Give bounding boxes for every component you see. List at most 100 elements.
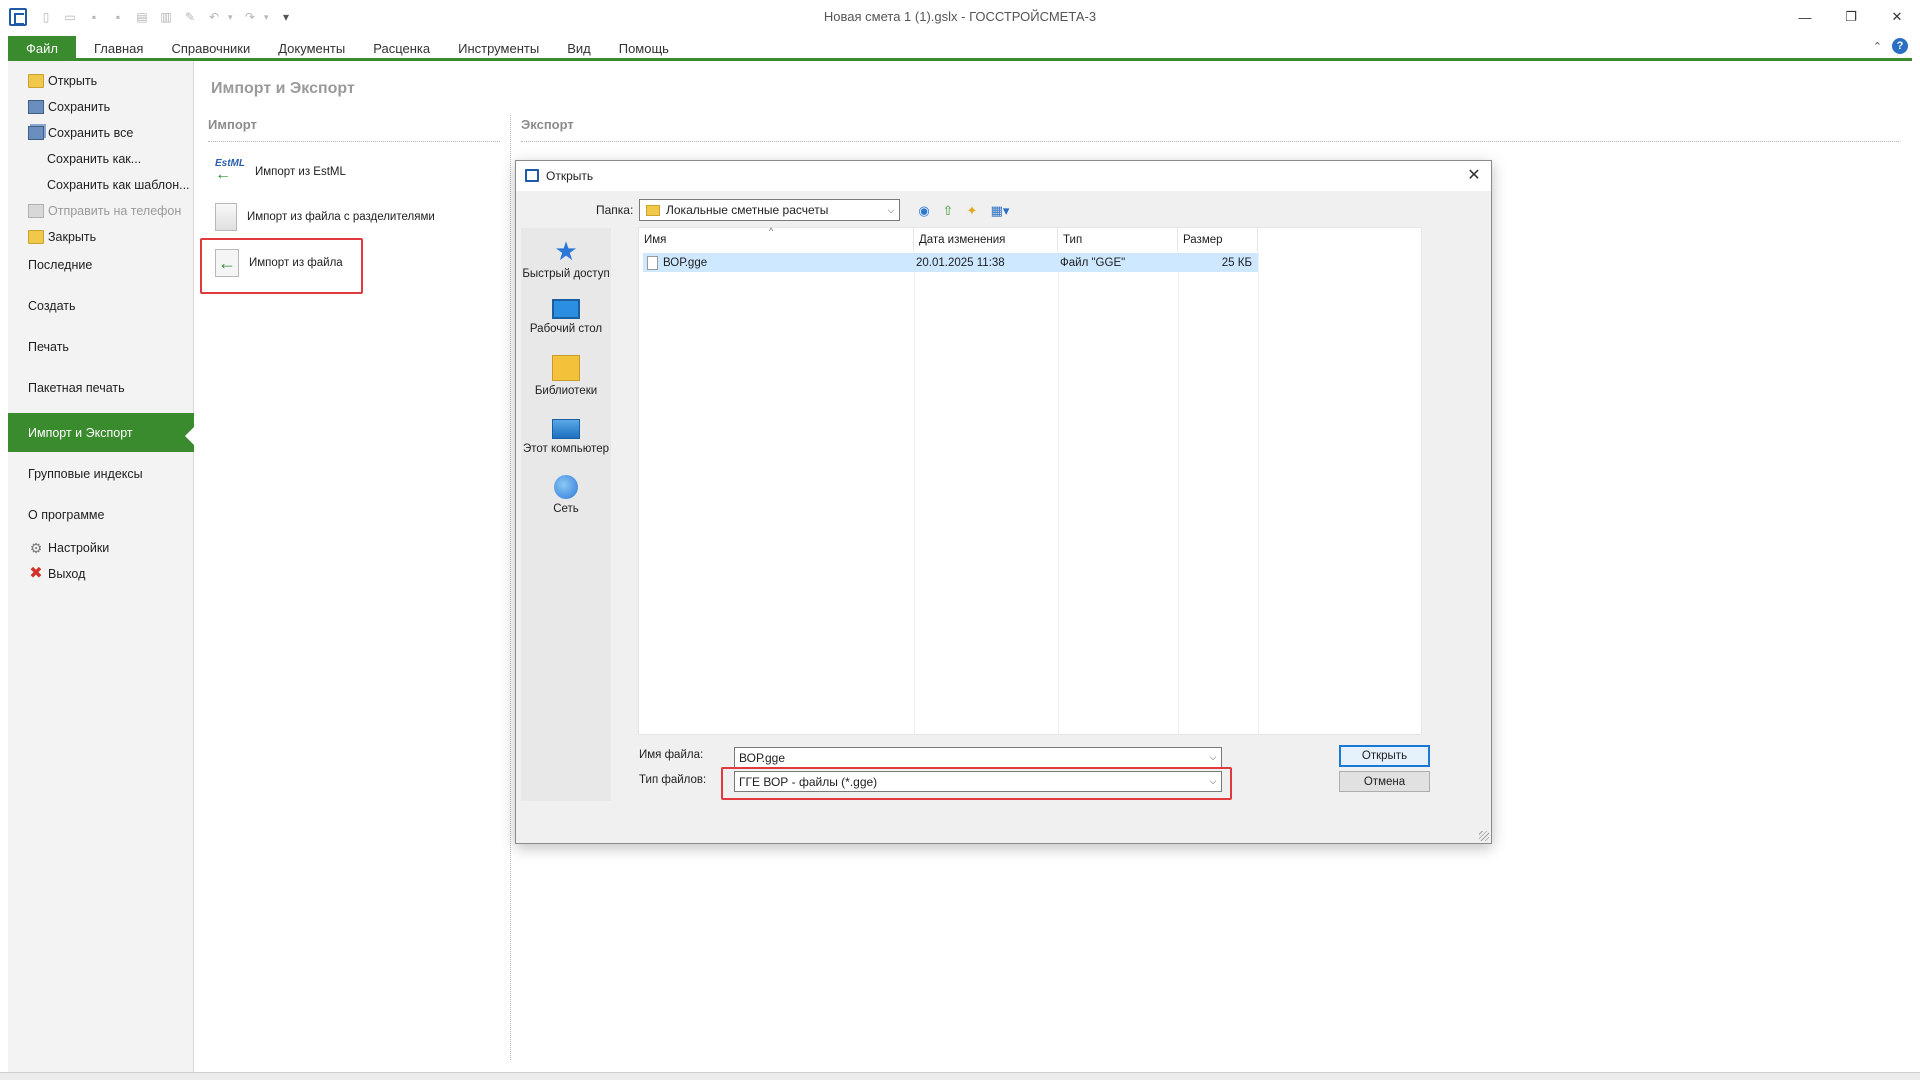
- up-folder-icon[interactable]: ⇧: [939, 202, 957, 220]
- column-label: Имя: [644, 234, 667, 246]
- menu-close[interactable]: Закрыть: [8, 226, 194, 248]
- resize-grip-icon[interactable]: [1479, 831, 1489, 841]
- folder-close-icon: [28, 230, 44, 244]
- view-menu-icon[interactable]: ▦▾: [987, 202, 1013, 220]
- file-size: 25 КБ: [1221, 256, 1252, 269]
- column-modified[interactable]: Дата изменения: [914, 228, 1058, 252]
- place-libraries[interactable]: Библиотеки: [521, 355, 611, 397]
- new-icon[interactable]: ▯: [36, 9, 56, 25]
- menu-import-export[interactable]: Импорт и Экспорт: [8, 413, 195, 452]
- menu-exit[interactable]: ✖ Выход: [8, 563, 194, 585]
- place-quick-access[interactable]: ★ Быстрый доступ: [521, 238, 611, 280]
- column-name[interactable]: Имя ^: [639, 226, 914, 252]
- filename-value: ВОР.gge: [739, 750, 786, 765]
- menu-create[interactable]: Создать: [8, 289, 194, 323]
- close-window-button[interactable]: ✕: [1874, 0, 1920, 34]
- folder-icon: [646, 204, 660, 216]
- file-name-cell: ВОР.gge: [643, 253, 914, 272]
- column-size[interactable]: Размер: [1178, 228, 1258, 252]
- import-section-title: Импорт: [208, 117, 257, 132]
- filetype-label: Тип файлов:: [639, 774, 707, 786]
- print-icon[interactable]: ▤: [132, 9, 152, 25]
- place-desktop[interactable]: Рабочий стол: [521, 295, 611, 335]
- menu-group-indexes[interactable]: Групповые индексы: [8, 457, 194, 491]
- menu-label: Закрыть: [48, 230, 97, 244]
- app-logo-icon[interactable]: [9, 8, 27, 26]
- save-icon[interactable]: ▪: [84, 9, 104, 25]
- file-type: Файл "GGE": [1060, 256, 1126, 269]
- column-type[interactable]: Тип: [1058, 228, 1178, 252]
- ribbon-accent-line: [8, 58, 1912, 61]
- menu-label: Выход: [48, 567, 86, 581]
- import-divider: [208, 141, 500, 142]
- export-icon[interactable]: ▥: [156, 9, 176, 25]
- edit-icon[interactable]: ✎: [180, 9, 200, 25]
- network-icon: [554, 475, 578, 499]
- open-button[interactable]: Открыть: [1339, 745, 1430, 767]
- place-label: Быстрый доступ: [522, 268, 610, 280]
- place-this-pc[interactable]: Этот компьютер: [521, 415, 611, 455]
- menu-batch-print[interactable]: Пакетная печать: [8, 371, 194, 405]
- collapse-ribbon-icon[interactable]: ⌃: [1873, 40, 1882, 53]
- places-bar: ★ Быстрый доступ Рабочий стол Библиотеки…: [521, 228, 611, 801]
- computer-icon: [552, 419, 580, 439]
- undo-icon[interactable]: ↶: [204, 9, 224, 25]
- help-icon[interactable]: ?: [1892, 38, 1908, 54]
- redo-dropdown-icon[interactable]: ▾: [264, 12, 272, 23]
- import-delimited-item[interactable]: Импорт из файла с разделителями: [215, 203, 435, 231]
- open-file-dialog: Открыть ✕ Папка: Локальные сметные расче…: [515, 160, 1492, 844]
- filename-input[interactable]: ВОР.gge ⌵: [734, 747, 1222, 768]
- tab-help[interactable]: Помощь: [605, 36, 683, 60]
- tab-pricing[interactable]: Расценка: [359, 36, 444, 60]
- column-gridline: [914, 252, 915, 736]
- tab-home[interactable]: Главная: [80, 36, 157, 60]
- place-network[interactable]: Сеть: [521, 475, 611, 515]
- open-icon[interactable]: ▭: [60, 9, 80, 25]
- column-label: Размер: [1183, 234, 1223, 246]
- tab-file[interactable]: Файл: [8, 36, 76, 60]
- menu-save[interactable]: Сохранить: [8, 96, 194, 118]
- tab-documents[interactable]: Документы: [264, 36, 359, 60]
- menu-label: Сохранить как...: [47, 152, 142, 166]
- restore-button[interactable]: ❐: [1828, 0, 1874, 34]
- phone-icon: [28, 204, 44, 218]
- quick-access-toolbar: ▯ ▭ ▪ ▪ ▤ ▥ ✎ ↶ ▾ ↷ ▾ ▾: [36, 9, 296, 25]
- backstage-menu: Открыть Сохранить Сохранить все Сохранит…: [8, 61, 195, 1072]
- star-icon: ★: [554, 236, 578, 266]
- new-folder-icon[interactable]: ✦: [963, 202, 981, 220]
- menu-settings[interactable]: ⚙ Настройки: [8, 537, 194, 559]
- menu-save-as-template[interactable]: Сохранить как шаблон...: [8, 174, 194, 196]
- lookin-combo[interactable]: Локальные сметные расчеты ⌵: [639, 199, 900, 221]
- menu-print[interactable]: Печать: [8, 330, 194, 364]
- save-all-icon: [28, 126, 44, 140]
- file-row[interactable]: ВОР.gge 20.01.2025 11:38 Файл "GGE" 25 К…: [643, 253, 1258, 272]
- title-bar: ▯ ▭ ▪ ▪ ▤ ▥ ✎ ↶ ▾ ↷ ▾ ▾ Новая смета 1 (1…: [0, 0, 1920, 34]
- import-item-label: Импорт из файла с разделителями: [247, 211, 435, 223]
- file-list: Имя ^ Дата изменения Тип Размер ВОР.gge …: [638, 226, 1422, 736]
- column-label: Тип: [1063, 234, 1083, 246]
- menu-label: Создать: [28, 299, 76, 313]
- column-gridline: [1058, 252, 1059, 736]
- import-estml-item[interactable]: EstML Импорт из EstML: [215, 158, 346, 186]
- menu-save-all[interactable]: Сохранить все: [8, 122, 194, 144]
- menu-recent[interactable]: Последние: [8, 248, 194, 282]
- save-all-icon[interactable]: ▪: [108, 9, 128, 25]
- menu-about[interactable]: О программе: [8, 498, 194, 532]
- menu-send-to-phone: Отправить на телефон: [8, 200, 194, 222]
- tab-references[interactable]: Справочники: [157, 36, 264, 60]
- back-icon[interactable]: ◉: [915, 202, 933, 220]
- customize-qat-icon[interactable]: ▾: [276, 9, 296, 25]
- file-icon: [647, 255, 658, 270]
- dialog-close-button[interactable]: ✕: [1463, 165, 1485, 187]
- minimize-button[interactable]: —: [1782, 0, 1828, 34]
- undo-dropdown-icon[interactable]: ▾: [228, 12, 236, 23]
- redo-icon[interactable]: ↷: [240, 9, 260, 25]
- tab-view[interactable]: Вид: [553, 36, 605, 60]
- highlight-filetype: [721, 767, 1232, 800]
- column-gridline: [1178, 252, 1179, 736]
- cancel-button[interactable]: Отмена: [1339, 771, 1430, 792]
- menu-save-as[interactable]: Сохранить как...: [8, 148, 194, 170]
- tab-tools[interactable]: Инструменты: [444, 36, 553, 60]
- estml-icon: EstML: [215, 158, 245, 186]
- menu-open[interactable]: Открыть: [8, 70, 194, 92]
